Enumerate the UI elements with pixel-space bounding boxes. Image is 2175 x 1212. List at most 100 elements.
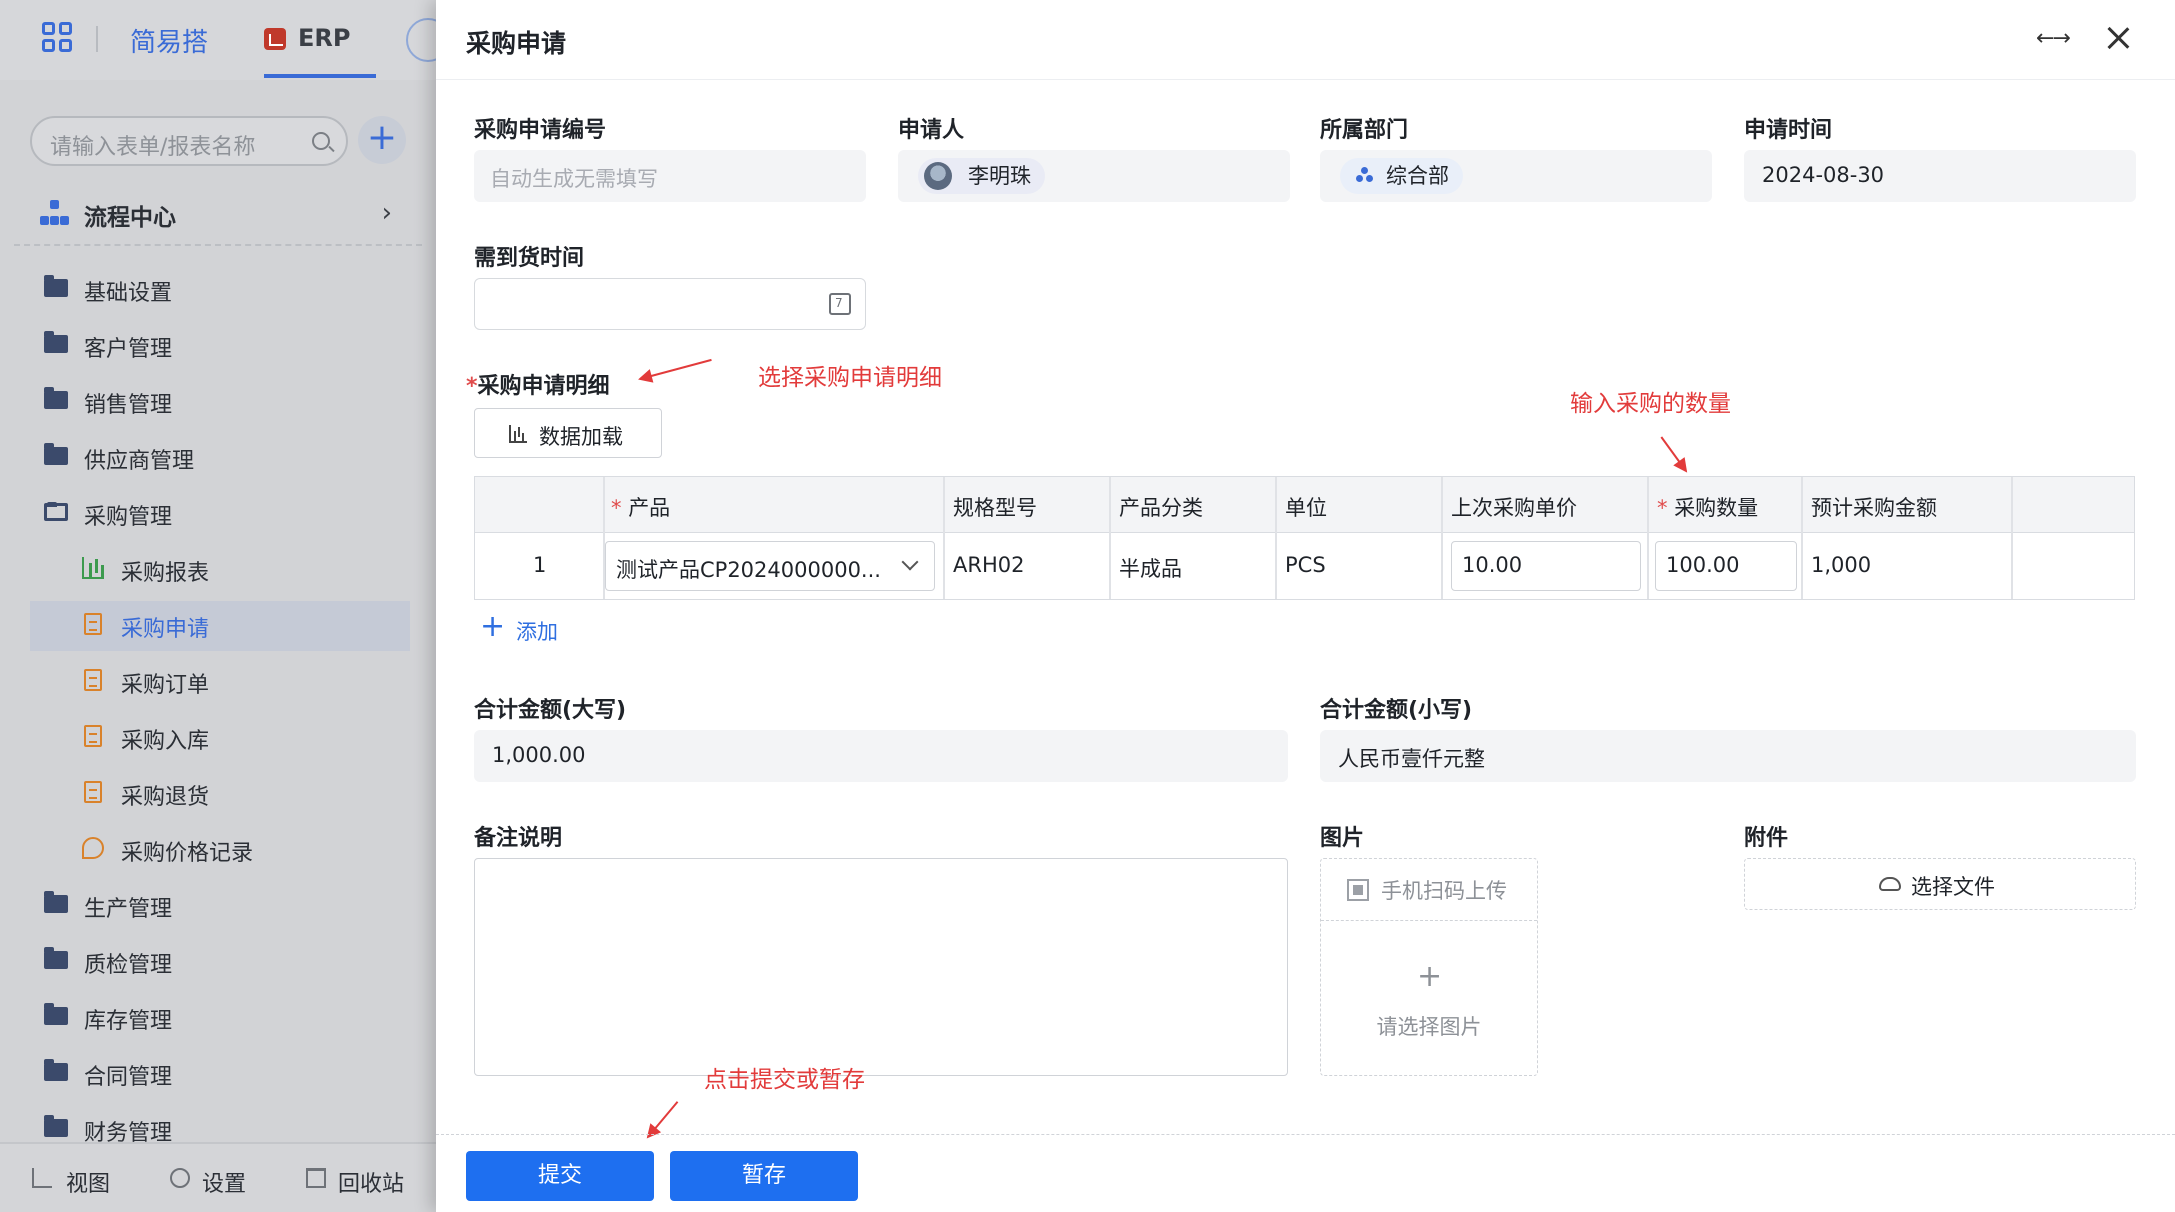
add-icon[interactable]: + (358, 116, 406, 164)
folder-icon (44, 387, 68, 409)
expand-width-icon[interactable]: ←→ (2036, 26, 2076, 52)
drawer-header: 采购申请 ←→ (436, 0, 2175, 80)
required-mark: * (466, 374, 478, 399)
sidebar-item-purchase-report[interactable]: 采购报表 (30, 545, 410, 595)
annotation-arrow (1660, 436, 1687, 472)
erp-chart-icon (264, 28, 286, 50)
delivery-time-label: 需到货时间 (474, 246, 585, 271)
department-field[interactable]: 综合部 (1320, 150, 1712, 202)
flow-center-label: 流程中心 (84, 205, 176, 231)
tab-erp[interactable]: ERP (264, 24, 376, 78)
folder-icon (44, 443, 68, 465)
image-upload[interactable]: 手机扫码上传 + 请选择图片 (1320, 858, 1538, 1076)
chevron-down-icon (901, 553, 919, 571)
applicant-name: 李明珠 (968, 164, 1031, 188)
sidebar-item-label: 采购申请 (121, 617, 210, 642)
sidebar-item-basic-settings[interactable]: 基础设置 (30, 265, 410, 315)
sidebar-item-production[interactable]: 生产管理 (30, 881, 410, 931)
close-icon[interactable] (2104, 24, 2134, 54)
delivery-time-picker[interactable] (474, 278, 866, 330)
submit-button[interactable]: 提交 (466, 1151, 654, 1201)
purchase-request-drawer: 采购申请 ←→ 采购申请编号 自动生成无需填写 申请人 李明珠 所属部门 综合部… (436, 0, 2175, 1212)
column-header-product: * 产品 (611, 492, 670, 522)
sidebar-item-inventory[interactable]: 库存管理 (30, 993, 410, 1043)
quantity-input[interactable]: 100.00 (1655, 541, 1797, 591)
brand-name[interactable]: 简易搭 (130, 22, 208, 59)
settings-button[interactable]: 设置 (202, 1166, 246, 1198)
total-lower-field: 人民币壹仟元整 (1320, 730, 2136, 782)
sidebar-item-label: 质检管理 (84, 953, 173, 978)
gear-icon (170, 1168, 190, 1188)
applicant-field[interactable]: 李明珠 (898, 150, 1290, 202)
detail-label: *采购申请明细 (466, 368, 610, 400)
sidebar-item-sales[interactable]: 销售管理 (30, 377, 410, 427)
sidebar-item-customers[interactable]: 客户管理 (30, 321, 410, 371)
calendar-icon[interactable] (829, 293, 851, 315)
sidebar-item-finance[interactable]: 财务管理 (30, 1105, 410, 1142)
view-button[interactable]: 视图 (66, 1166, 110, 1198)
folder-icon (44, 1059, 68, 1081)
recycle-bin-button[interactable]: 回收站 (338, 1166, 404, 1198)
divider (436, 1134, 2175, 1135)
search-placeholder: 请输入表单/报表名称 (50, 135, 256, 160)
column-header-category: 产品分类 (1119, 496, 1203, 520)
required-mark: * (1657, 496, 1668, 520)
active-tab-underline (264, 74, 376, 78)
sidebar-search-input[interactable]: 请输入表单/报表名称 (30, 116, 348, 166)
qr-code-icon (1347, 879, 1369, 901)
required-mark: * (611, 496, 622, 520)
department-chip[interactable]: 综合部 (1340, 158, 1463, 194)
total-upper-value: 1,000.00 (492, 743, 586, 767)
cloud-upload-icon (1879, 877, 1901, 891)
last-price-input[interactable]: 10.00 (1451, 541, 1641, 591)
data-load-button[interactable]: 数据加载 (474, 408, 662, 458)
sidebar-item-contracts[interactable]: 合同管理 (30, 1049, 410, 1099)
chevron-right-icon: › (381, 198, 392, 228)
folder-icon (44, 275, 68, 297)
product-select[interactable]: 测试产品CP2024000000... (605, 541, 935, 591)
sidebar-item-price-records[interactable]: 采购价格记录 (30, 825, 410, 875)
row-index: 1 (533, 553, 547, 577)
choose-image-label: 请选择图片 (1376, 1015, 1482, 1039)
data-load-label: 数据加载 (539, 425, 623, 449)
sidebar-item-purchase-inbound[interactable]: 采购入库 (30, 713, 410, 763)
apply-time-label: 申请时间 (1744, 118, 1833, 143)
sidebar-item-label: 采购报表 (121, 561, 210, 586)
mobile-scan-upload-button[interactable]: 手机扫码上传 (1321, 859, 1537, 921)
quantity-value: 100.00 (1666, 553, 1740, 577)
document-icon (84, 781, 102, 803)
apps-grid-icon[interactable] (42, 22, 74, 54)
sidebar-item-quality[interactable]: 质检管理 (30, 937, 410, 987)
folder-icon (44, 1003, 68, 1025)
applicant-label: 申请人 (898, 118, 965, 143)
department-label: 所属部门 (1320, 118, 1409, 143)
last-price-value: 10.00 (1462, 553, 1523, 577)
detail-label-text: 采购申请明细 (477, 374, 610, 399)
product-value: 测试产品CP2024000000... (616, 558, 881, 582)
folder-icon (44, 331, 68, 353)
request-no-placeholder: 自动生成无需填写 (490, 167, 658, 191)
save-draft-button[interactable]: 暂存 (670, 1151, 858, 1201)
remark-textarea[interactable] (474, 858, 1288, 1076)
sidebar-item-purchase-return[interactable]: 采购退货 (30, 769, 410, 819)
sidebar-item-label: 财务管理 (84, 1121, 173, 1142)
applicant-chip[interactable]: 李明珠 (918, 158, 1045, 194)
search-icon[interactable] (312, 132, 330, 150)
sidebar-item-suppliers[interactable]: 供应商管理 (30, 433, 410, 483)
sidebar-item-purchasing[interactable]: 采购管理 (30, 489, 410, 539)
sidebar-item-purchase-request[interactable]: 采购申请 (30, 601, 410, 651)
table-header: * 产品 规格型号 产品分类 单位 上次采购单价 * 采购数量 预计采购金额 (475, 477, 2134, 533)
total-upper-field: 1,000.00 (474, 730, 1288, 782)
trash-icon (306, 1168, 326, 1188)
bar-chart-icon (509, 425, 527, 443)
sidebar-item-purchase-order[interactable]: 采购订单 (30, 657, 410, 707)
document-icon (84, 669, 102, 691)
apply-time-field: 2024-08-30 (1744, 150, 2136, 202)
sidebar: 简易搭 ERP 请输入表单/报表名称 + 流程中心 › 基础设置 客户管理 销售… (0, 0, 450, 1212)
choose-file-button[interactable]: 选择文件 (1744, 858, 2136, 910)
divider (14, 244, 422, 246)
sidebar-flow-center[interactable]: 流程中心 › (36, 196, 406, 231)
mobile-scan-label: 手机扫码上传 (1381, 879, 1507, 903)
sidebar-item-label: 采购退货 (121, 785, 210, 810)
plus-icon: + (1417, 959, 1443, 994)
